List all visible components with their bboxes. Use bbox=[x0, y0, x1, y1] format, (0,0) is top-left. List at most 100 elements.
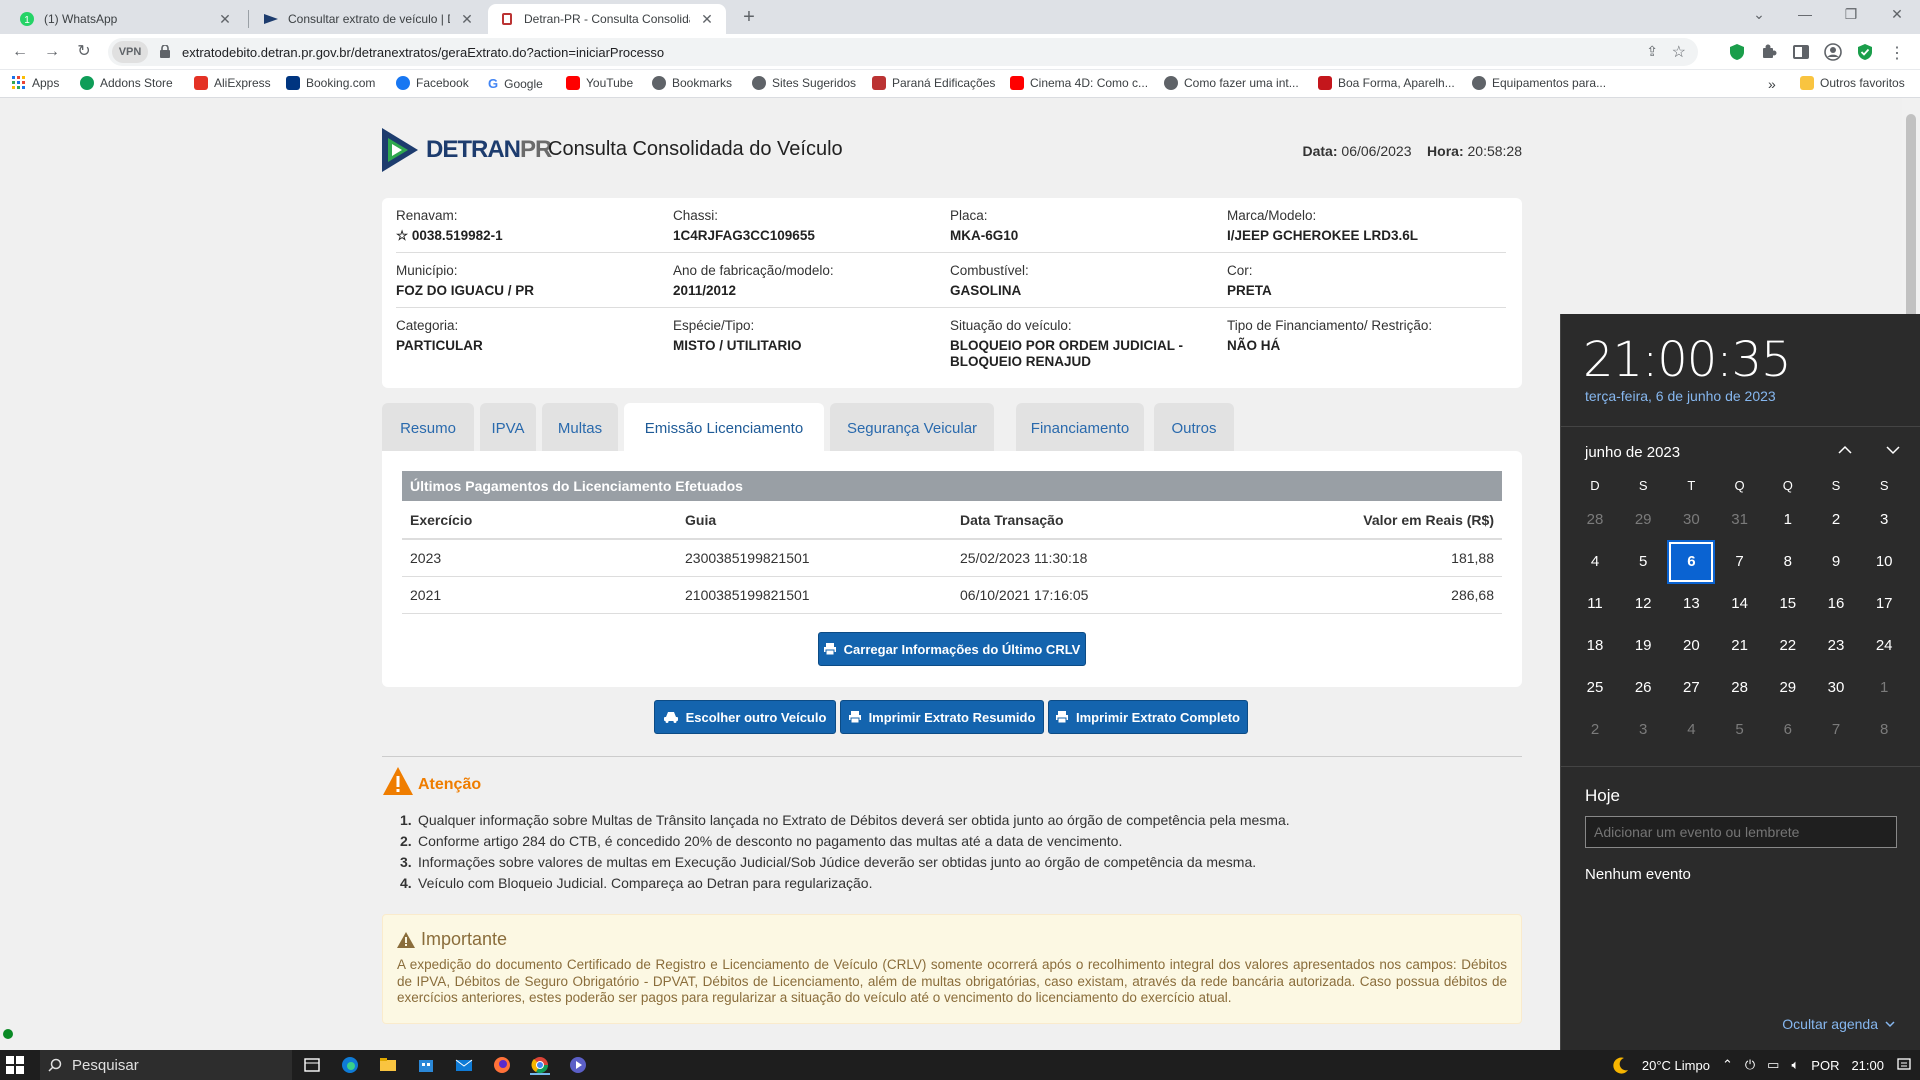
close-tab-icon[interactable]: ✕ bbox=[460, 11, 474, 28]
calendar-day[interactable]: 1 bbox=[1862, 668, 1906, 708]
windows-start-icon[interactable] bbox=[6, 1056, 24, 1074]
bookmark-como-fazer[interactable]: Como fazer uma int... bbox=[1164, 76, 1299, 90]
close-tab-icon[interactable]: ✕ bbox=[218, 11, 232, 28]
print-full-button[interactable]: Imprimir Extrato Completo bbox=[1048, 700, 1248, 734]
calendar-day[interactable]: 29 bbox=[1766, 668, 1810, 708]
bookmark-boa-forma[interactable]: Boa Forma, Aparelh... bbox=[1318, 76, 1455, 90]
restore-button[interactable]: ❐ bbox=[1840, 6, 1862, 26]
bookmark-outros-favoritos[interactable]: Outros favoritos bbox=[1800, 76, 1905, 90]
tab-whatsapp[interactable]: 1 (1) WhatsApp ✕ bbox=[8, 4, 244, 34]
calendar-day[interactable]: 17 bbox=[1862, 584, 1906, 624]
task-view-icon[interactable] bbox=[302, 1055, 322, 1075]
choose-vehicle-button[interactable]: Escolher outro Veículo bbox=[654, 700, 836, 734]
tab-financiamento[interactable]: Financiamento bbox=[1016, 403, 1144, 453]
calendar-day[interactable]: 7 bbox=[1718, 542, 1762, 582]
calendar-day[interactable]: 6 bbox=[1766, 710, 1810, 750]
calendar-day[interactable]: 30 bbox=[1814, 668, 1858, 708]
chrome-icon[interactable] bbox=[530, 1055, 550, 1075]
calendar-day[interactable]: 19 bbox=[1621, 626, 1665, 666]
calendar-day[interactable]: 11 bbox=[1573, 584, 1617, 624]
close-window-button[interactable]: ✕ bbox=[1886, 6, 1908, 26]
bookmark-apps[interactable]: Apps bbox=[12, 76, 59, 90]
bookmark-equipamentos[interactable]: Equipamentos para... bbox=[1472, 76, 1606, 90]
calendar-day[interactable]: 15 bbox=[1766, 584, 1810, 624]
power-plug-icon[interactable]: ⏻ bbox=[1745, 1057, 1755, 1073]
calendar-day[interactable]: 18 bbox=[1573, 626, 1617, 666]
lock-icon[interactable] bbox=[160, 45, 170, 58]
chevron-up-icon[interactable]: ⌃ bbox=[1722, 1057, 1733, 1073]
bookmark-youtube[interactable]: YouTube bbox=[566, 76, 633, 90]
month-label[interactable]: junho de 2023 bbox=[1585, 444, 1680, 461]
calendar-day[interactable]: 22 bbox=[1766, 626, 1810, 666]
load-crlv-button[interactable]: Carregar Informações do Último CRLV bbox=[818, 632, 1086, 666]
language-indicator[interactable]: POR bbox=[1811, 1058, 1839, 1073]
weather-text[interactable]: 20°C Limpo bbox=[1642, 1058, 1710, 1073]
calendar-day[interactable]: 26 bbox=[1621, 668, 1665, 708]
calendar-day[interactable]: 16 bbox=[1814, 584, 1858, 624]
firefox-icon[interactable] bbox=[492, 1055, 512, 1075]
calendar-day[interactable]: 4 bbox=[1669, 710, 1713, 750]
calendar-day[interactable]: 12 bbox=[1621, 584, 1665, 624]
calendar-day[interactable]: 28 bbox=[1718, 668, 1762, 708]
chevron-down-icon[interactable] bbox=[1883, 440, 1903, 460]
calendar-day[interactable]: 24 bbox=[1862, 626, 1906, 666]
close-tab-icon[interactable]: ✕ bbox=[700, 11, 714, 28]
bookmark-google[interactable]: G Google bbox=[488, 76, 543, 91]
profile-avatar-icon[interactable] bbox=[1824, 43, 1842, 61]
calendar-day[interactable]: 5 bbox=[1718, 710, 1762, 750]
renavam-value[interactable]: ☆ 0038.519982-1 bbox=[396, 228, 666, 244]
volume-icon[interactable]: 🔈︎ bbox=[1791, 1057, 1799, 1073]
bookmark-facebook[interactable]: Facebook bbox=[396, 76, 469, 90]
calendar-day[interactable]: 20 bbox=[1669, 626, 1713, 666]
taskbar-search[interactable]: Pesquisar bbox=[40, 1050, 292, 1080]
bookmark-bookmarks[interactable]: Bookmarks bbox=[652, 76, 732, 90]
new-tab-button[interactable]: + bbox=[738, 6, 760, 28]
print-summary-button[interactable]: Imprimir Extrato Resumido bbox=[840, 700, 1044, 734]
vpn-badge[interactable]: VPN bbox=[112, 41, 148, 63]
calendar-day[interactable]: 2 bbox=[1573, 710, 1617, 750]
tab-resumo[interactable]: Resumo bbox=[382, 403, 474, 453]
share-icon[interactable]: ⇪ bbox=[1646, 43, 1658, 60]
tab-search-icon[interactable]: ⌄ bbox=[1748, 6, 1770, 26]
calendar-day[interactable]: 21 bbox=[1718, 626, 1762, 666]
back-button[interactable]: ← bbox=[10, 42, 30, 62]
more-bookmarks-button[interactable]: » bbox=[1768, 76, 1776, 92]
calendar-day[interactable]: 8 bbox=[1766, 542, 1810, 582]
tab-consultar-extrato[interactable]: Consultar extrato de veículo | DE ✕ bbox=[252, 4, 486, 34]
adguard-extension-icon[interactable] bbox=[1728, 43, 1746, 61]
weather-moon-icon[interactable] bbox=[1612, 1056, 1630, 1074]
forward-button[interactable]: → bbox=[42, 42, 62, 62]
mail-icon[interactable] bbox=[454, 1055, 474, 1075]
tab-multas[interactable]: Multas bbox=[542, 403, 618, 453]
calendar-day[interactable]: 13 bbox=[1669, 584, 1713, 624]
calendar-day[interactable]: 29 bbox=[1621, 500, 1665, 540]
hide-agenda-button[interactable]: Ocultar agenda bbox=[1782, 1016, 1896, 1032]
omnibox[interactable]: VPN extratodebito.detran.pr.gov.br/detra… bbox=[108, 38, 1698, 66]
add-event-input[interactable] bbox=[1585, 816, 1897, 848]
tab-seguranca-veicular[interactable]: Segurança Veicular bbox=[830, 403, 994, 453]
calendar-day[interactable]: 1 bbox=[1766, 500, 1810, 540]
calendar-day[interactable]: 14 bbox=[1718, 584, 1762, 624]
calendar-day[interactable]: 28 bbox=[1573, 500, 1617, 540]
tab-ipva[interactable]: IPVA bbox=[480, 403, 536, 453]
calendar-day[interactable]: 23 bbox=[1814, 626, 1858, 666]
minimize-button[interactable]: — bbox=[1794, 6, 1816, 26]
media-app-icon[interactable] bbox=[568, 1055, 588, 1075]
security-shield-icon[interactable] bbox=[1856, 43, 1874, 61]
side-panel-icon[interactable] bbox=[1792, 43, 1810, 61]
notifications-icon[interactable] bbox=[1896, 1057, 1912, 1073]
tab-emissao-licenciamento[interactable]: Emissão Licenciamento bbox=[624, 403, 824, 453]
taskbar-clock[interactable]: 21:00 bbox=[1851, 1058, 1884, 1073]
file-explorer-icon[interactable] bbox=[378, 1055, 398, 1075]
calendar-day[interactable]: 3 bbox=[1621, 710, 1665, 750]
bookmark-parana-edificacoes[interactable]: Paraná Edificações bbox=[872, 76, 995, 90]
extensions-puzzle-icon[interactable] bbox=[1760, 43, 1778, 61]
calendar-day[interactable]: 10 bbox=[1862, 542, 1906, 582]
tab-detran-consulta[interactable]: Detran-PR - Consulta Consolidad ✕ bbox=[488, 4, 726, 34]
tab-outros[interactable]: Outros bbox=[1154, 403, 1234, 453]
calendar-day[interactable]: 9 bbox=[1814, 542, 1858, 582]
bookmark-booking[interactable]: Booking.com bbox=[286, 76, 375, 90]
url-text[interactable]: extratodebito.detran.pr.gov.br/detranext… bbox=[182, 45, 664, 60]
calendar-day[interactable]: 31 bbox=[1718, 500, 1762, 540]
bookmark-addons-store[interactable]: Addons Store bbox=[80, 76, 173, 90]
